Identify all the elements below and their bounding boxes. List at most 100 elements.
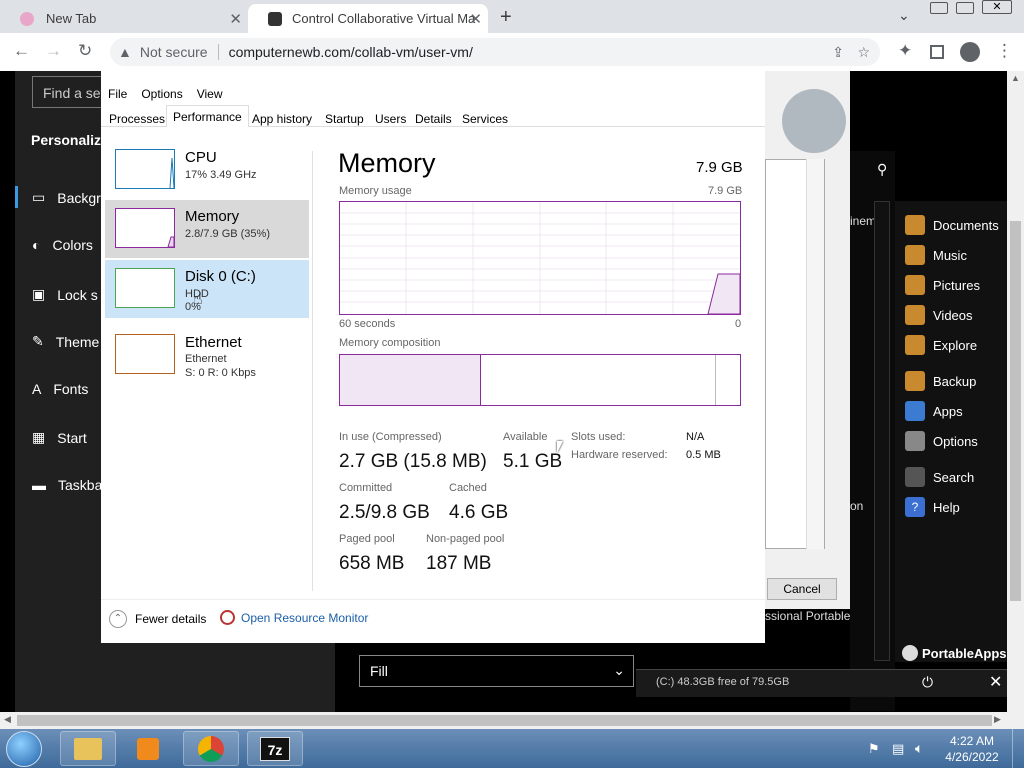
memory-total: 7.9 GB (696, 159, 743, 176)
mouse-pointer-icon: ☝ (193, 291, 203, 308)
settings-item-start[interactable]: ▦ Start (32, 429, 87, 446)
pa-item-search[interactable]: Search (905, 467, 974, 487)
bookmark-star-icon[interactable]: ☆ (857, 44, 870, 61)
font-icon: A (32, 381, 42, 397)
tray-volume-icon[interactable]: 🔈︎ (915, 740, 923, 757)
taskbar-7zip[interactable]: 7z (247, 731, 303, 766)
pa-item-pictures[interactable]: Pictures (905, 275, 980, 295)
new-tab-button[interactable]: + (500, 6, 512, 29)
tab-title: Control Collaborative Virtual Ma (292, 11, 476, 26)
partial-text: on (850, 499, 864, 513)
pa-item-explore[interactable]: Explore (905, 335, 977, 355)
power-icon[interactable]: ⏻ (922, 674, 933, 691)
paged-pool-label: Paged pool (339, 533, 395, 545)
menu-view[interactable]: View (197, 87, 223, 101)
start-button[interactable] (6, 731, 42, 767)
forward-icon[interactable]: → (45, 41, 62, 61)
clock-time: 4:22 AM (949, 734, 995, 748)
restore-button[interactable] (956, 2, 974, 14)
settings-item-background[interactable]: ▭ Backgr (32, 189, 101, 206)
settings-item-fonts[interactable]: A Fonts (32, 381, 88, 397)
resource-monitor-link[interactable]: Open Resource Monitor (220, 610, 368, 625)
taskbar-explorer[interactable] (60, 731, 116, 766)
menu-options[interactable]: Options (141, 87, 182, 101)
side-panel-icon[interactable] (930, 45, 944, 59)
pa-item-help[interactable]: ? Help (905, 497, 960, 517)
perf-item-ethernet[interactable]: Ethernet Ethernet S: 0 R: 0 Kbps (105, 326, 309, 384)
pa-item-videos[interactable]: Videos (905, 305, 973, 325)
settings-item-taskbar[interactable]: ▬ Taskba (32, 477, 102, 493)
selected-indicator (15, 186, 18, 208)
fewer-details-button[interactable]: ⌃ Fewer details (109, 610, 206, 628)
tab-users[interactable]: Users (369, 109, 412, 129)
scroll-left-arrow[interactable]: ◀ (4, 714, 11, 725)
tab-details[interactable]: Details (409, 109, 458, 129)
tab-search-icon[interactable]: ⌄ (898, 7, 910, 24)
pa-item-documents[interactable]: Documents (905, 215, 999, 235)
chevron-up-icon: ⌃ (109, 610, 127, 628)
show-desktop-button[interactable] (1012, 729, 1024, 768)
settings-item-lock-screen[interactable]: ▣ Lock s (32, 286, 98, 303)
perf-item-cpu[interactable]: CPU 17% 3.49 GHz (105, 141, 309, 199)
pa-item-apps[interactable]: Apps (905, 401, 963, 421)
memory-usage-label: Memory usage (339, 185, 412, 197)
scroll-right-arrow[interactable]: ▶ (994, 714, 1001, 725)
profile-icon[interactable] (960, 42, 980, 62)
start-icon: ▦ (32, 429, 46, 445)
videos-folder-icon (905, 305, 925, 325)
taskbar-chrome[interactable] (183, 731, 239, 766)
in-use-value: 2.7 GB (15.8 MB) (339, 451, 487, 472)
tab-new-tab[interactable]: New Tab ✕ (0, 4, 248, 33)
pa-item-label: Options (933, 433, 978, 449)
settings-item-colors[interactable]: ◐ Colors (32, 237, 93, 253)
address-bar[interactable]: ▲ Not secure computernewb.com/collab-vm/… (110, 38, 880, 66)
back-icon[interactable]: ← (13, 41, 30, 61)
settings-item-themes[interactable]: ✎ Theme (32, 333, 99, 350)
menu-file[interactable]: File (108, 87, 127, 101)
pa-close-icon[interactable]: ✕ (989, 672, 1002, 692)
fit-dropdown[interactable]: Fill ⌄ (359, 655, 634, 687)
image-icon: ▭ (32, 189, 46, 205)
scroll-thumb[interactable] (17, 715, 992, 726)
tray-flag-icon[interactable]: ⚑ (868, 741, 880, 757)
dropdown-value: Fill (370, 663, 388, 679)
tab-startup[interactable]: Startup (319, 109, 370, 129)
menu-icon[interactable]: ⋮ (996, 41, 1013, 61)
tray-network-icon[interactable]: ▤ (892, 741, 904, 757)
portableapps-logo-icon (902, 645, 918, 661)
share-icon[interactable]: ⇪ (832, 44, 844, 61)
taskbar-media-player[interactable] (120, 731, 176, 766)
perf-item-name: Disk 0 (C:) (185, 268, 256, 285)
back-search-icon[interactable]: ⚲ (877, 161, 887, 178)
close-tab-icon[interactable]: ✕ (469, 10, 482, 28)
tab-services[interactable]: Services (456, 109, 514, 129)
memory-composition-bar (339, 354, 741, 406)
nonpaged-pool-label: Non-paged pool (426, 533, 505, 545)
tab-app-history[interactable]: App history (246, 109, 318, 129)
vm-vertical-scrollbar[interactable]: ▲ (1007, 71, 1024, 712)
scroll-thumb[interactable] (1010, 221, 1021, 601)
perf-item-disk[interactable]: Disk 0 (C:) HDD 0% (105, 260, 309, 318)
tab-processes[interactable]: Processes (103, 109, 171, 129)
perf-item-memory[interactable]: Memory 2.8/7.9 GB (35%) (105, 200, 309, 258)
close-window-button[interactable]: ✕ (982, 0, 1012, 14)
pa-item-music[interactable]: Music (905, 245, 967, 265)
extensions-icon[interactable]: ✦ (898, 41, 912, 61)
minimize-button[interactable] (930, 2, 948, 14)
pa-scrollbar[interactable] (874, 201, 890, 661)
cancel-button[interactable]: Cancel (767, 578, 837, 600)
pa-item-backup[interactable]: Backup (905, 371, 976, 391)
vm-screen[interactable]: Find a set Personaliza ▭ Backgr ◐ Colors ▣… (0, 71, 1007, 712)
back-dialog-scrollbar[interactable] (806, 159, 824, 549)
scroll-up-arrow[interactable]: ▲ (1011, 73, 1020, 83)
tab-collab-vm[interactable]: Control Collaborative Virtual Ma ✕ (248, 4, 488, 33)
clock[interactable]: 4:22 AM 4/26/2022 (942, 733, 1002, 765)
vm-horizontal-scrollbar[interactable]: ◀ ▶ (0, 712, 1024, 729)
pa-item-options[interactable]: Options (905, 431, 978, 451)
in-use-label: In use (Compressed) (339, 431, 442, 443)
tab-performance[interactable]: Performance (166, 105, 249, 127)
available-label: Available (503, 431, 548, 443)
close-tab-icon[interactable]: ✕ (229, 10, 242, 28)
pa-item-label: Music (933, 247, 967, 263)
reload-icon[interactable]: ↻ (78, 41, 92, 61)
